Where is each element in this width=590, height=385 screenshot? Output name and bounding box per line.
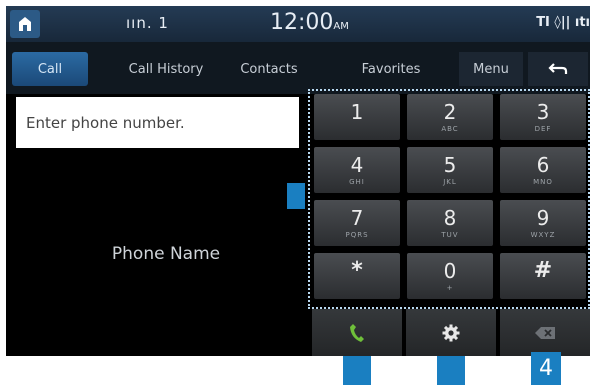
key-letters: + bbox=[446, 283, 454, 292]
key-0[interactable]: 0 + bbox=[407, 253, 493, 299]
settings-button[interactable] bbox=[406, 309, 496, 356]
key-star[interactable]: * bbox=[314, 253, 400, 299]
key-9[interactable]: 9 WXYZ bbox=[500, 200, 586, 246]
key-6[interactable]: 6 MNO bbox=[500, 147, 586, 193]
tab-call[interactable]: Call bbox=[12, 52, 88, 86]
callout-label: 4 bbox=[539, 356, 553, 381]
key-digit: 3 bbox=[536, 99, 550, 124]
tab-contacts[interactable]: Contacts bbox=[224, 52, 314, 86]
tab-favorites[interactable]: Favorites bbox=[336, 52, 446, 86]
key-digit: * bbox=[351, 257, 363, 283]
key-digit: 1 bbox=[350, 99, 364, 124]
callout-marker-1: 1 bbox=[287, 183, 305, 209]
tab-bar: Call Call History Contacts Favorites Men… bbox=[6, 42, 590, 94]
clock-time: 12:00 bbox=[270, 10, 334, 35]
key-2[interactable]: 2 ABC bbox=[407, 94, 493, 140]
backspace-icon bbox=[535, 326, 555, 339]
status-icons: TI ◊|| ıtı bbox=[536, 15, 590, 30]
tab-label: Call bbox=[37, 61, 63, 77]
key-letters: ABC bbox=[441, 124, 459, 133]
key-letters: JKL bbox=[443, 177, 457, 186]
key-5[interactable]: 5 JKL bbox=[407, 147, 493, 193]
key-digit: 8 bbox=[443, 205, 457, 230]
key-letters: WXYZ bbox=[530, 230, 556, 239]
key-7[interactable]: 7 PQRS bbox=[314, 200, 400, 246]
tab-label: Favorites bbox=[361, 61, 421, 77]
key-letters: DEF bbox=[534, 124, 552, 133]
back-button[interactable] bbox=[528, 52, 588, 86]
home-icon bbox=[19, 17, 31, 31]
callout-marker-2: 2 bbox=[343, 356, 371, 385]
key-letters: MNO bbox=[533, 177, 553, 186]
phone-name: Phone Name bbox=[111, 244, 221, 264]
key-digit: 0 bbox=[443, 258, 457, 283]
callout-marker-4: 4 bbox=[531, 352, 561, 385]
clock: 12:00AM bbox=[270, 10, 349, 35]
key-digit: 9 bbox=[536, 205, 550, 230]
tab-label: Contacts bbox=[240, 61, 298, 77]
key-digit: 4 bbox=[350, 152, 364, 177]
key-4[interactable]: 4 GHI bbox=[314, 147, 400, 193]
menu-label: Menu bbox=[473, 61, 509, 77]
key-digit: 5 bbox=[443, 152, 457, 177]
infotainment-screen: ıın. 1 12:00AM TI ◊|| ıtı Call Call Hist… bbox=[6, 6, 590, 356]
key-3[interactable]: 3 DEF bbox=[500, 94, 586, 140]
signal-indicator: ıın. 1 bbox=[126, 14, 169, 32]
phone-icon bbox=[350, 323, 364, 342]
tab-label: Call History bbox=[128, 61, 204, 77]
key-hash[interactable]: # bbox=[500, 253, 586, 299]
key-letters: PQRS bbox=[345, 230, 369, 239]
key-8[interactable]: 8 TUV bbox=[407, 200, 493, 246]
tab-call-history[interactable]: Call History bbox=[116, 52, 216, 86]
status-bar: ıın. 1 12:00AM TI ◊|| ıtı bbox=[6, 6, 590, 42]
gear-icon bbox=[442, 324, 460, 341]
callout-marker-3: 3 bbox=[437, 356, 465, 385]
key-letters: TUV bbox=[441, 230, 459, 239]
phone-number-input[interactable] bbox=[16, 97, 299, 148]
call-button[interactable] bbox=[312, 309, 402, 356]
clock-ampm: AM bbox=[333, 21, 349, 32]
key-digit: 7 bbox=[350, 205, 364, 230]
back-icon bbox=[548, 63, 568, 74]
delete-button[interactable] bbox=[500, 309, 590, 356]
key-letters: GHI bbox=[349, 177, 365, 186]
menu-button[interactable]: Menu bbox=[459, 52, 523, 86]
key-digit: # bbox=[533, 257, 553, 283]
home-button[interactable] bbox=[10, 10, 40, 38]
key-1[interactable]: 1 bbox=[314, 94, 400, 140]
key-digit: 2 bbox=[443, 99, 457, 124]
key-digit: 6 bbox=[536, 152, 550, 177]
